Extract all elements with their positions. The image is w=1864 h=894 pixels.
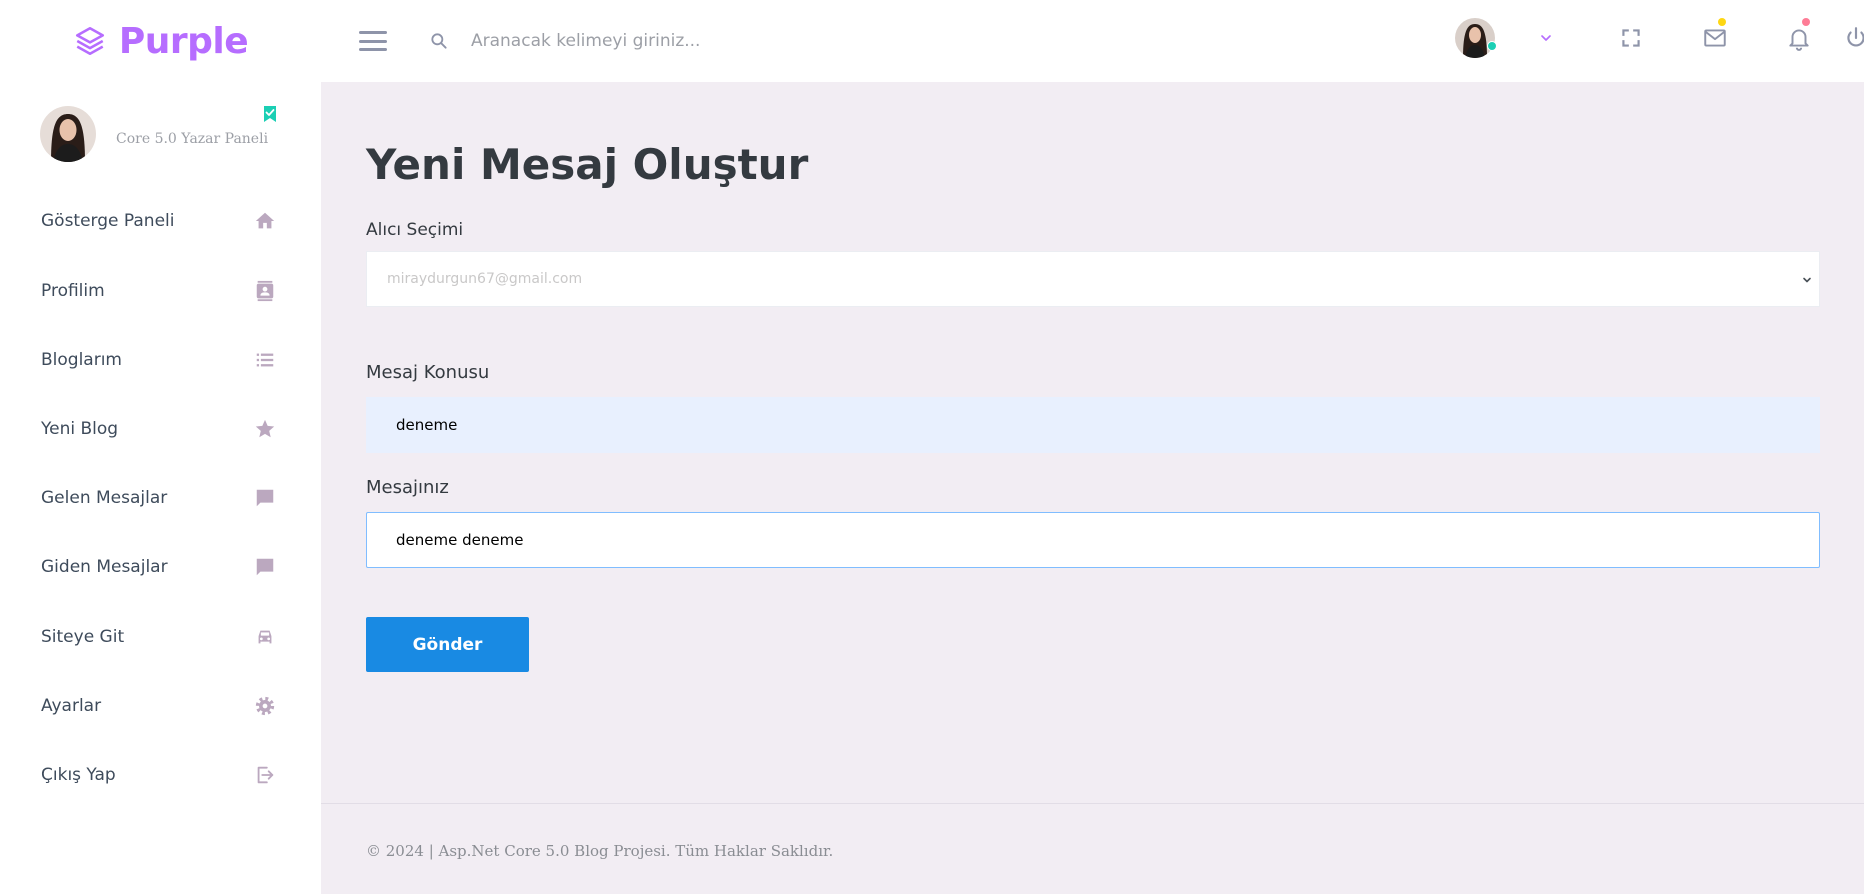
profile-name: Core 5.0 Yazar Paneli	[116, 131, 269, 147]
footer-text: © 2024 | Asp.Net Core 5.0 Blog Projesi. …	[366, 842, 834, 860]
send-button[interactable]: Gönder	[366, 617, 529, 672]
sidebar-item-new-blog[interactable]: Yeni Blog	[0, 400, 321, 458]
brand-logo[interactable]: Purple	[0, 0, 321, 82]
sidebar-item-label: Ayarlar	[41, 696, 102, 716]
search-input[interactable]	[471, 31, 891, 51]
sidebar-item-inbox[interactable]: Gelen Mesajlar	[0, 469, 321, 527]
menu-icon[interactable]	[359, 31, 387, 51]
search-icon	[431, 33, 447, 49]
sidebar-item-label: Siteye Git	[41, 627, 125, 647]
sidebar-item-label: Gelen Mesajlar	[41, 488, 168, 508]
logout-icon	[252, 762, 278, 788]
sidebar-item-logout[interactable]: Çıkış Yap	[0, 746, 321, 804]
subject-input[interactable]: deneme	[366, 397, 1820, 453]
sidebar-item-label: Çıkış Yap	[41, 765, 116, 785]
search-bar	[429, 31, 891, 51]
message-value: deneme deneme	[396, 531, 524, 549]
sidebar-profile[interactable]: Core 5.0 Yazar Paneli	[40, 106, 300, 162]
sidebar-item-label: Yeni Blog	[41, 419, 119, 439]
message-icon	[252, 554, 278, 580]
page-title: Yeni Mesaj Oluştur	[366, 140, 809, 189]
sidebar-item-label: Profilim	[41, 281, 105, 301]
subject-value: deneme	[396, 416, 458, 434]
footer-divider	[321, 803, 1864, 804]
sidebar-item-settings[interactable]: Ayarlar	[0, 677, 321, 735]
online-status-dot	[1487, 41, 1497, 51]
recipient-select[interactable]: miraydurgun67@gmail.com	[366, 251, 1820, 307]
chevron-down-icon[interactable]	[1538, 30, 1554, 46]
sidebar-item-label: Giden Mesajlar	[41, 557, 168, 577]
avatar	[40, 106, 96, 162]
brand-name: Purple	[118, 20, 249, 62]
top-navbar: Purple	[0, 0, 1864, 82]
recipient-label: Alıcı Seçimi	[366, 220, 464, 240]
list-icon	[252, 347, 278, 373]
gear-icon	[252, 693, 278, 719]
subject-label: Mesaj Konusu	[366, 362, 490, 383]
contact-card-icon	[252, 278, 278, 304]
bookmark-check-icon	[264, 106, 276, 122]
message-icon	[252, 485, 278, 511]
mail-icon[interactable]	[1702, 25, 1728, 51]
sidebar: Core 5.0 Yazar Paneli Gösterge Paneli Pr…	[0, 82, 321, 894]
navbar-actions	[1364, 0, 1864, 82]
message-input[interactable]: deneme deneme	[366, 512, 1820, 568]
bell-icon[interactable]	[1786, 25, 1812, 51]
fullscreen-icon[interactable]	[1618, 25, 1644, 51]
mail-indicator-dot	[1718, 18, 1726, 26]
layers-icon	[75, 26, 104, 56]
notification-indicator-dot	[1802, 18, 1810, 26]
sidebar-item-label: Gösterge Paneli	[41, 211, 175, 231]
sidebar-item-dashboard[interactable]: Gösterge Paneli	[0, 192, 321, 250]
sidebar-item-label: Bloglarım	[41, 350, 122, 370]
recipient-selected-value: miraydurgun67@gmail.com	[387, 271, 583, 287]
sidebar-item-profile[interactable]: Profilim	[0, 262, 321, 320]
home-icon	[252, 208, 278, 234]
sidebar-item-go-to-site[interactable]: Siteye Git	[0, 608, 321, 666]
star-icon	[252, 416, 278, 442]
car-icon	[252, 624, 278, 650]
message-label: Mesajınız	[366, 477, 449, 498]
sidebar-item-blogs[interactable]: Bloglarım	[0, 331, 321, 389]
chevron-down-icon	[1803, 277, 1811, 283]
sidebar-item-sent[interactable]: Giden Mesajlar	[0, 538, 321, 596]
navbar-avatar[interactable]	[1455, 18, 1495, 58]
power-icon[interactable]	[1843, 25, 1864, 51]
